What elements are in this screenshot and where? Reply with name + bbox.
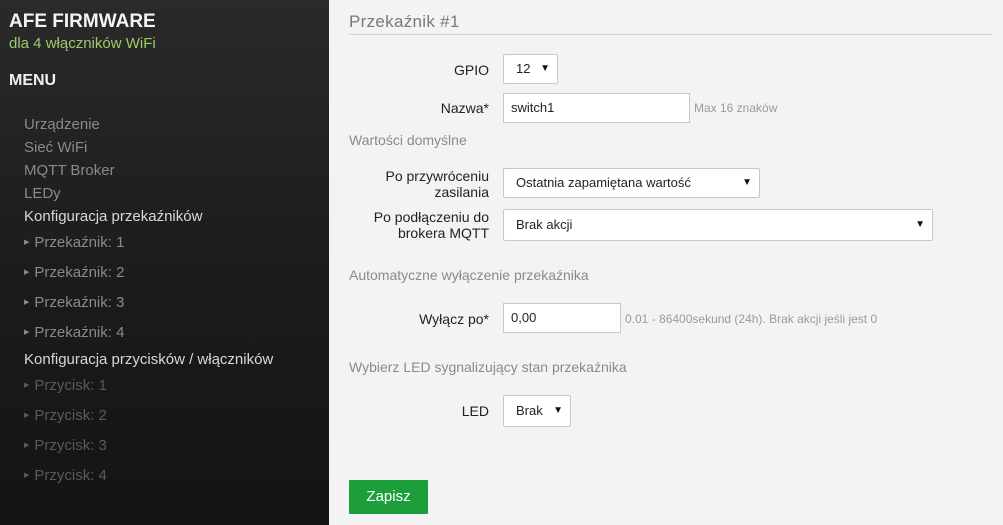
sidebar-item-button-4[interactable]: ▶ Przycisk: 4 bbox=[24, 467, 107, 484]
power-restore-select[interactable]: Ostatnia zapamiętana wartość ▼ bbox=[503, 168, 760, 198]
auto-off-section-title: Automatyczne wyłączenie przekaźnika bbox=[349, 267, 589, 283]
led-select-value: Brak bbox=[516, 403, 543, 418]
sidebar-item-relay-1[interactable]: ▶ Przekaźnik: 1 bbox=[24, 234, 124, 251]
gpio-label: GPIO bbox=[453, 62, 489, 78]
turn-off-input[interactable]: 0,00 bbox=[503, 303, 621, 333]
sidebar-item-relay-4[interactable]: ▶ Przekaźnik: 4 bbox=[24, 324, 124, 341]
arrow-right-icon: ▶ bbox=[24, 329, 30, 337]
brand-subtitle: dla 4 włączników WiFi bbox=[9, 35, 156, 52]
sidebar: AFE FIRMWARE dla 4 włączników WiFi MENU … bbox=[0, 0, 329, 525]
gpio-select-value: 12 bbox=[516, 61, 531, 76]
mqtt-connect-label-line1: Po podłączeniu do bbox=[373, 209, 489, 225]
arrow-right-icon: ▶ bbox=[24, 299, 30, 307]
caret-down-icon: ▼ bbox=[742, 177, 752, 188]
led-label: LED bbox=[461, 403, 489, 419]
arrow-right-icon: ▶ bbox=[24, 412, 30, 420]
save-button[interactable]: Zapisz bbox=[349, 480, 428, 514]
menu-heading: MENU bbox=[9, 72, 57, 89]
turn-off-hint: 0.01 - 86400sekund (24h). Brak akcji jeś… bbox=[625, 312, 878, 326]
sidebar-item-button-2[interactable]: ▶ Przycisk: 2 bbox=[24, 407, 107, 424]
mqtt-connect-label: Po podłączeniu do brokera MQTT bbox=[349, 209, 489, 241]
sidebar-item-relay-2[interactable]: ▶ Przekaźnik: 2 bbox=[24, 264, 124, 281]
sidebar-section-relays: Konfiguracja przekaźników bbox=[24, 208, 203, 225]
sidebar-item-relay-3[interactable]: ▶ Przekaźnik: 3 bbox=[24, 294, 124, 311]
power-restore-label-line1: Po przywróceniu bbox=[385, 168, 490, 184]
caret-down-icon: ▼ bbox=[540, 63, 550, 74]
sidebar-item-label: Przycisk: 2 bbox=[34, 407, 107, 424]
name-input[interactable]: switch1 bbox=[503, 93, 690, 123]
name-hint: Max 16 znaków bbox=[694, 101, 778, 115]
page-title: Przekaźnik #1 bbox=[349, 12, 460, 31]
arrow-right-icon: ▶ bbox=[24, 239, 30, 247]
brand-title: AFE FIRMWARE bbox=[9, 11, 156, 32]
gpio-select[interactable]: 12 ▼ bbox=[503, 54, 558, 84]
mqtt-connect-select[interactable]: Brak akcji ▼ bbox=[503, 209, 933, 241]
sidebar-item-mqtt-broker[interactable]: MQTT Broker bbox=[24, 162, 115, 179]
caret-down-icon: ▼ bbox=[553, 405, 563, 416]
led-section-title: Wybierz LED sygnalizujący stan przekaźni… bbox=[349, 359, 627, 375]
sidebar-item-label: Przekaźnik: 2 bbox=[34, 264, 125, 281]
sidebar-item-label: Przekaźnik: 3 bbox=[34, 294, 125, 311]
sidebar-item-button-1[interactable]: ▶ Przycisk: 1 bbox=[24, 377, 107, 394]
sidebar-section-buttons: Konfiguracja przycisków / włączników bbox=[24, 351, 274, 368]
led-select[interactable]: Brak ▼ bbox=[503, 395, 571, 427]
turn-off-label: Wyłącz po* bbox=[419, 311, 489, 327]
power-restore-label-line2: zasilania bbox=[434, 184, 489, 200]
mqtt-connect-label-line2: brokera MQTT bbox=[397, 225, 489, 241]
sidebar-item-label: Przekaźnik: 4 bbox=[34, 324, 125, 341]
arrow-right-icon: ▶ bbox=[24, 472, 30, 480]
sidebar-item-device[interactable]: Urządzenie bbox=[24, 116, 100, 133]
arrow-right-icon: ▶ bbox=[24, 269, 30, 277]
mqtt-connect-select-value: Brak akcji bbox=[516, 217, 573, 232]
power-restore-select-value: Ostatnia zapamiętana wartość bbox=[516, 175, 691, 190]
title-divider bbox=[349, 34, 992, 35]
sidebar-item-label: Przycisk: 1 bbox=[34, 377, 107, 394]
arrow-right-icon: ▶ bbox=[24, 442, 30, 450]
name-label: Nazwa* bbox=[440, 100, 489, 116]
arrow-right-icon: ▶ bbox=[24, 382, 30, 390]
sidebar-item-button-3[interactable]: ▶ Przycisk: 3 bbox=[24, 437, 107, 454]
power-restore-label: Po przywróceniu zasilania bbox=[359, 168, 490, 200]
sidebar-item-label: Przycisk: 3 bbox=[34, 437, 107, 454]
sidebar-item-leds[interactable]: LEDy bbox=[24, 185, 61, 202]
sidebar-item-wifi[interactable]: Sieć WiFi bbox=[24, 139, 87, 156]
sidebar-item-label: Przekaźnik: 1 bbox=[34, 234, 125, 251]
defaults-section-title: Wartości domyślne bbox=[349, 132, 467, 148]
sidebar-item-label: Przycisk: 4 bbox=[34, 467, 107, 484]
main-content: Przekaźnik #1 GPIO 12 ▼ Nazwa* switch1 M… bbox=[329, 0, 1003, 525]
caret-down-icon: ▼ bbox=[915, 219, 925, 230]
